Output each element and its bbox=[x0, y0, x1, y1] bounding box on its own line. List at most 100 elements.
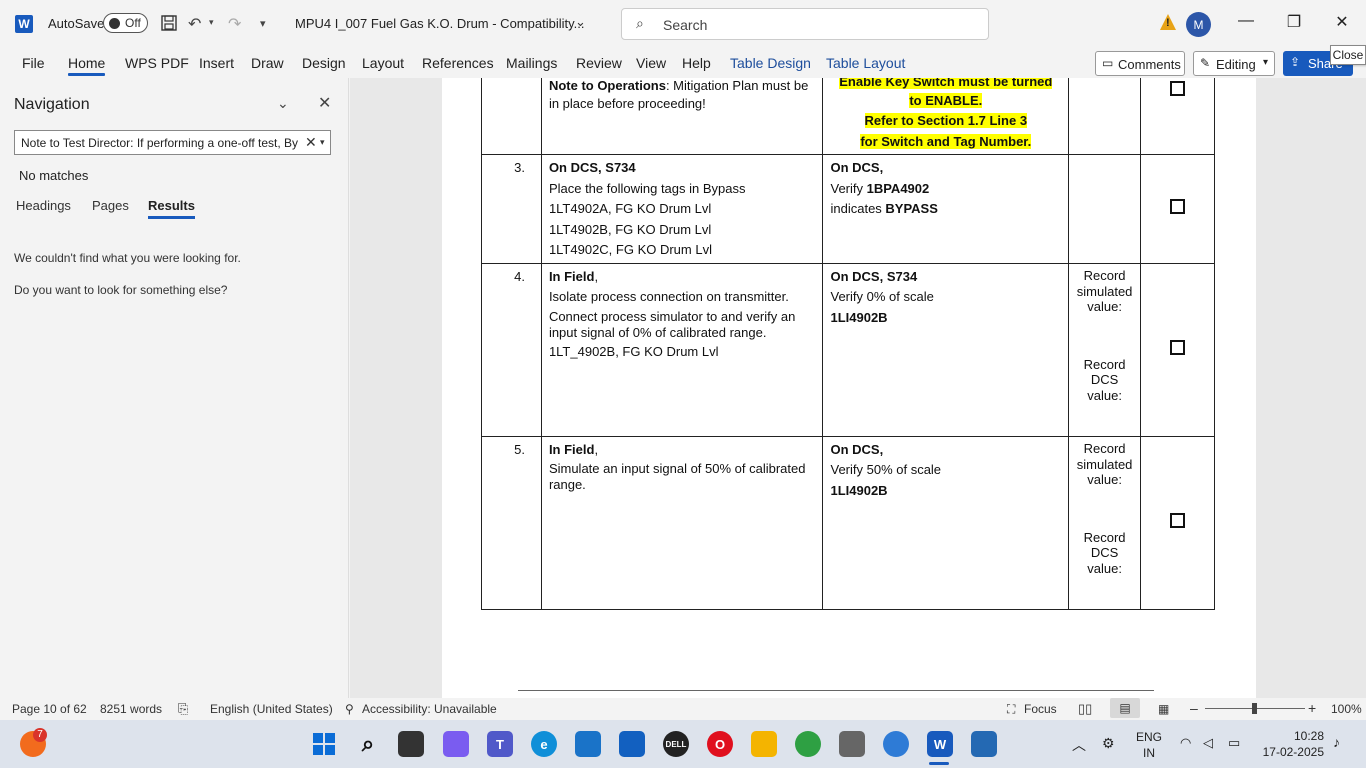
page-count[interactable]: Page 10 of 62 bbox=[12, 702, 87, 716]
verify-cell[interactable]: On DCS, Verify 1BPA4902 indicates BYPASS bbox=[822, 154, 1070, 264]
zoom-out-icon[interactable]: – bbox=[1190, 700, 1198, 716]
record-cell[interactable] bbox=[1068, 154, 1142, 264]
checkbox-cell[interactable] bbox=[1140, 78, 1215, 156]
checkbox[interactable] bbox=[1170, 199, 1186, 215]
step-number-cell[interactable]: 3. bbox=[481, 154, 542, 264]
edge-icon[interactable]: e bbox=[531, 731, 557, 757]
task-view-icon[interactable] bbox=[398, 731, 424, 757]
warning-icon[interactable]: ! bbox=[1160, 14, 1176, 30]
region-indicator[interactable]: IN bbox=[1134, 746, 1164, 760]
close-icon[interactable]: ✕ bbox=[1330, 12, 1354, 36]
app-icon[interactable] bbox=[839, 731, 865, 757]
autosave-toggle[interactable]: Off bbox=[103, 13, 148, 33]
focus-icon[interactable]: ⛶ bbox=[1007, 702, 1015, 717]
undo-icon[interactable]: ↶ bbox=[188, 14, 201, 34]
step-number-cell[interactable]: 5. bbox=[481, 435, 542, 610]
checkbox-cell[interactable] bbox=[1140, 435, 1215, 610]
nav-tab-results[interactable]: Results bbox=[148, 198, 195, 219]
avatar[interactable]: M bbox=[1186, 12, 1211, 37]
tab-design[interactable]: Design bbox=[302, 55, 346, 71]
accessibility-icon[interactable]: ⚲ bbox=[345, 702, 354, 716]
power-automate-icon[interactable] bbox=[619, 731, 645, 757]
print-layout-icon[interactable]: ▤ bbox=[1110, 698, 1140, 718]
record-cell[interactable]: Record simulated value: Record DCS value… bbox=[1068, 435, 1142, 610]
focus-label[interactable]: Focus bbox=[1024, 702, 1057, 716]
comments-button[interactable]: ▭ Comments bbox=[1095, 51, 1185, 76]
record-cell[interactable] bbox=[1068, 78, 1142, 156]
teams-icon[interactable]: T bbox=[487, 731, 513, 757]
step-number-cell[interactable]: 4. bbox=[481, 262, 542, 437]
tab-mailings[interactable]: Mailings bbox=[506, 55, 557, 71]
step-cell[interactable]: In Field, Simulate an input signal of 50… bbox=[540, 435, 824, 610]
word-count[interactable]: 8251 words bbox=[100, 702, 162, 716]
step-cell[interactable]: On DCS, S734 Place the following tags in… bbox=[540, 154, 824, 264]
checkbox[interactable] bbox=[1170, 340, 1186, 356]
tab-wps-pdf[interactable]: WPS PDF bbox=[125, 55, 189, 71]
zoom-slider-thumb[interactable] bbox=[1252, 703, 1257, 714]
restore-icon[interactable]: ❐ bbox=[1282, 12, 1306, 36]
tab-help[interactable]: Help bbox=[682, 55, 711, 71]
tab-table-design[interactable]: Table Design bbox=[730, 55, 811, 71]
clear-search-icon[interactable]: ✕ bbox=[305, 134, 317, 151]
record-cell[interactable]: Record simulated value: Record DCS value… bbox=[1068, 262, 1142, 437]
copilot-icon[interactable] bbox=[443, 731, 469, 757]
step-cell[interactable]: In Field, Isolate process connection on … bbox=[540, 262, 824, 437]
nav-tab-pages[interactable]: Pages bbox=[92, 198, 129, 213]
close-icon[interactable]: ✕ bbox=[318, 93, 331, 113]
tab-layout[interactable]: Layout bbox=[362, 55, 404, 71]
zoom-level[interactable]: 100% bbox=[1331, 702, 1362, 716]
app-icon[interactable] bbox=[971, 731, 997, 757]
checkbox-cell[interactable] bbox=[1140, 154, 1215, 264]
editing-mode-button[interactable]: ✎ Editing ▾ bbox=[1193, 51, 1275, 76]
dell-icon[interactable]: DELL bbox=[663, 731, 689, 757]
wifi-icon[interactable]: ◠ bbox=[1180, 735, 1191, 751]
clock-date[interactable]: 17-02-2025 bbox=[1256, 745, 1324, 759]
step-number-cell[interactable] bbox=[481, 78, 542, 156]
tab-insert[interactable]: Insert bbox=[199, 55, 234, 71]
file-explorer-icon[interactable] bbox=[751, 731, 777, 757]
proofing-icon[interactable]: ⎘ bbox=[178, 701, 188, 717]
tab-references[interactable]: References bbox=[422, 55, 494, 71]
opera-icon[interactable]: O bbox=[707, 731, 733, 757]
language[interactable]: English (United States) bbox=[210, 702, 333, 716]
search-options-icon[interactable]: ▾ bbox=[320, 137, 325, 148]
word-taskbar-icon[interactable]: W bbox=[927, 731, 953, 757]
tab-table-layout[interactable]: Table Layout bbox=[826, 55, 905, 71]
checkbox[interactable] bbox=[1170, 513, 1186, 529]
store-icon[interactable] bbox=[575, 731, 601, 757]
tab-file[interactable]: File bbox=[22, 55, 45, 71]
chevron-down-icon[interactable]: ⌄ bbox=[575, 14, 586, 30]
save-icon[interactable] bbox=[160, 14, 178, 37]
search-box[interactable]: ⌕ Search bbox=[621, 8, 989, 40]
zoom-in-icon[interactable]: + bbox=[1308, 700, 1316, 716]
navigation-search-input[interactable]: Note to Test Director: If performing a o… bbox=[14, 130, 331, 155]
step-cell[interactable]: Note to Operations: Mitigation Plan must… bbox=[540, 78, 824, 156]
battery-icon[interactable]: ▭ bbox=[1228, 735, 1240, 751]
search-icon[interactable]: ⌕ bbox=[355, 731, 381, 757]
network-status-icon[interactable]: ⚙ bbox=[1102, 735, 1115, 752]
document-area[interactable]: Note to Operations: Mitigation Plan must… bbox=[350, 78, 1366, 698]
checkbox-cell[interactable] bbox=[1140, 262, 1215, 437]
clock-time[interactable]: 10:28 bbox=[1256, 729, 1324, 743]
nav-tab-headings[interactable]: Headings bbox=[16, 198, 71, 213]
chevron-down-icon[interactable]: ⌄ bbox=[277, 95, 289, 112]
chrome-icon[interactable] bbox=[795, 731, 821, 757]
chevron-up-icon[interactable]: ︿ bbox=[1072, 735, 1086, 755]
read-mode-icon[interactable]: ▯▯ bbox=[1078, 701, 1092, 717]
accessibility-status[interactable]: Accessibility: Unavailable bbox=[362, 702, 497, 716]
document-page[interactable]: Note to Operations: Mitigation Plan must… bbox=[442, 78, 1256, 698]
notifications-bell-icon[interactable]: ♪ bbox=[1333, 734, 1340, 750]
tab-view[interactable]: View bbox=[636, 55, 666, 71]
tab-draw[interactable]: Draw bbox=[251, 55, 284, 71]
tab-home[interactable]: Home bbox=[68, 55, 106, 76]
app-icon[interactable] bbox=[883, 731, 909, 757]
verify-cell[interactable]: On DCS, S734 Verify 0% of scale 1LI4902B bbox=[822, 262, 1070, 437]
windows-start-icon[interactable] bbox=[311, 731, 337, 757]
web-layout-icon[interactable]: ▦ bbox=[1158, 702, 1169, 716]
document-title[interactable]: MPU4 I_007 Fuel Gas K.O. Drum - Compatib… bbox=[295, 16, 584, 31]
verify-cell[interactable]: On DCS, Verify 50% of scale 1LI4902B bbox=[822, 435, 1070, 610]
undo-dropdown-icon[interactable]: ▾ bbox=[209, 17, 214, 28]
customize-qat-icon[interactable]: ▾ bbox=[260, 17, 266, 30]
verify-cell[interactable]: Enable Key Switch must be turned to ENAB… bbox=[822, 78, 1070, 156]
tab-review[interactable]: Review bbox=[576, 55, 622, 71]
